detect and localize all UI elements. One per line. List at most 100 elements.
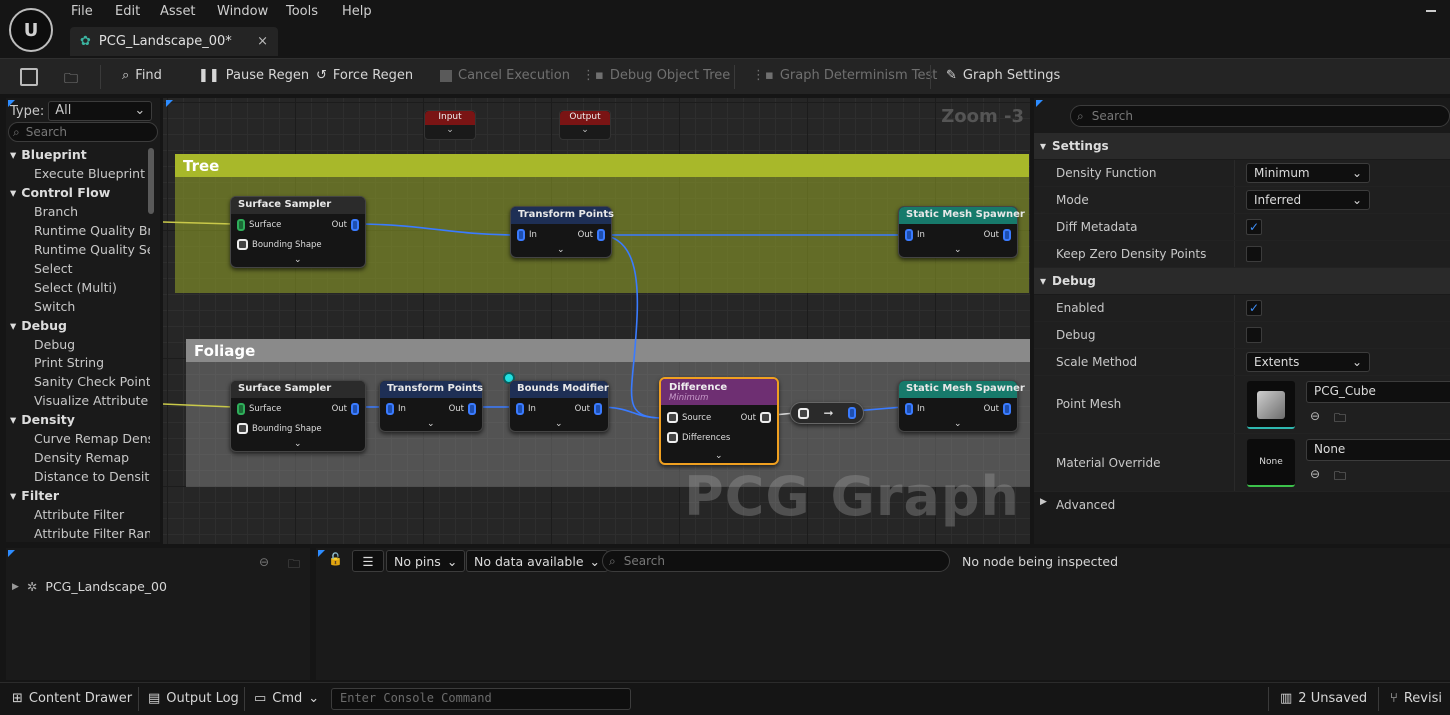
pin-bounding-shape[interactable]: Bounding Shape: [237, 239, 322, 250]
tab-pcg-landscape[interactable]: ✿ PCG_Landscape_00* ×: [70, 27, 278, 56]
chevron-down-icon[interactable]: ⌄: [954, 245, 962, 255]
diff-metadata-checkbox[interactable]: ✓: [1246, 219, 1262, 235]
debug-checkbox[interactable]: [1246, 327, 1262, 343]
chevron-down-icon[interactable]: ⌄: [294, 255, 302, 265]
point-mesh-thumbnail[interactable]: [1247, 381, 1295, 429]
pin-out[interactable]: Out: [741, 412, 771, 423]
pin-in[interactable]: In: [905, 403, 925, 415]
pin-out[interactable]: Out: [575, 403, 602, 415]
data-dropdown[interactable]: No data available ⌄: [466, 550, 609, 572]
chevron-down-icon[interactable]: ⌄: [427, 419, 435, 429]
keep-zero-density-checkbox[interactable]: [1246, 246, 1262, 262]
menu-window[interactable]: Window: [217, 4, 268, 19]
node-bounds-modifier[interactable]: Bounds Modifier In Out ⌄: [509, 380, 609, 432]
browse-asset-icon[interactable]: 🗀: [1334, 467, 1346, 488]
palette-item[interactable]: Attribute Filter Rang: [34, 526, 150, 541]
palette-item[interactable]: Branch: [34, 204, 150, 219]
minimize-icon[interactable]: [1426, 10, 1436, 12]
palette-search-input[interactable]: ⌕ Search: [8, 122, 158, 142]
browse-icon[interactable]: 🗀: [288, 555, 300, 576]
palette-scrollbar[interactable]: [148, 148, 154, 214]
palette-category[interactable]: ▾ Filter: [10, 488, 59, 503]
palette-item[interactable]: Select: [34, 261, 150, 276]
menu-edit[interactable]: Edit: [115, 4, 140, 19]
pin-out[interactable]: Out: [449, 403, 476, 415]
use-selected-icon[interactable]: ⊖: [1310, 467, 1320, 481]
chevron-down-icon[interactable]: ⌄: [954, 419, 962, 429]
find-button[interactable]: ⌕ Find: [122, 68, 162, 83]
force-regen-button[interactable]: ↺ Force Regen: [316, 68, 413, 83]
palette-item[interactable]: Distance to Density: [34, 469, 150, 484]
palette-item[interactable]: Attribute Filter: [34, 507, 150, 522]
pin-surface[interactable]: Surface: [237, 403, 281, 415]
point-mesh-picker[interactable]: PCG_Cube: [1306, 381, 1450, 403]
filter-button[interactable]: ☰: [352, 550, 384, 572]
pin-out[interactable]: Out: [984, 229, 1011, 241]
menu-tools[interactable]: Tools: [286, 4, 318, 19]
debug-object-tree-button[interactable]: ⋮▪ Debug Object Tree: [582, 68, 730, 83]
palette-item[interactable]: Sanity Check Point: [34, 374, 150, 389]
chevron-down-icon[interactable]: ⌄: [555, 419, 563, 429]
palette-category[interactable]: ▾ Blueprint: [10, 147, 87, 162]
palette-item[interactable]: Runtime Quality Bra: [34, 223, 150, 238]
focus-icon[interactable]: ⊖: [259, 555, 269, 569]
pin-out[interactable]: Out: [332, 219, 359, 231]
section-settings[interactable]: ▾ Settings: [1034, 133, 1450, 159]
pin-source[interactable]: Source: [667, 412, 711, 423]
palette-item[interactable]: Runtime Quality Sel: [34, 242, 150, 257]
unreal-logo-icon[interactable]: U: [9, 8, 53, 52]
tree-item-pcg-landscape[interactable]: ▶ ✲ PCG_Landscape_00: [12, 579, 167, 594]
palette-item[interactable]: Print String: [34, 355, 150, 370]
pin-differences[interactable]: Differences: [667, 432, 730, 443]
details-search-input[interactable]: ⌕ Search: [1070, 105, 1450, 127]
palette-item[interactable]: Switch: [34, 299, 150, 314]
use-selected-icon[interactable]: ⊖: [1310, 409, 1320, 423]
pin-out[interactable]: [847, 407, 856, 419]
chevron-down-icon[interactable]: ⌄: [715, 451, 723, 461]
mode-dropdown[interactable]: Inferred ⌄: [1246, 190, 1370, 210]
pin-out[interactable]: Out: [578, 229, 605, 241]
material-thumbnail[interactable]: None: [1247, 439, 1295, 487]
graph-canvas[interactable]: Zoom -3 Input ⌄ Output ⌄ Tree Foliage Surf…: [163, 98, 1030, 544]
row-advanced[interactable]: ▶ Advanced: [1034, 492, 1450, 518]
palette-item[interactable]: Density Remap: [34, 450, 150, 465]
palette-category[interactable]: ▾ Control Flow: [10, 185, 110, 200]
console-input[interactable]: Enter Console Command: [331, 688, 631, 710]
pin-in[interactable]: In: [517, 229, 537, 241]
type-dropdown[interactable]: All ⌄: [48, 101, 153, 121]
pin-out[interactable]: Out: [984, 403, 1011, 415]
palette-item[interactable]: Select (Multi): [34, 280, 150, 295]
pin-in[interactable]: In: [516, 403, 536, 415]
menu-file[interactable]: File: [71, 4, 93, 19]
unsaved-button[interactable]: ▥ 2 Unsaved: [1280, 691, 1367, 706]
chevron-down-icon[interactable]: ⌄: [557, 245, 565, 255]
density-function-dropdown[interactable]: Minimum ⌄: [1246, 163, 1370, 183]
pin-in[interactable]: In: [905, 229, 925, 241]
node-transform-points-foliage[interactable]: Transform Points In Out ⌄: [379, 380, 483, 432]
pins-dropdown[interactable]: No pins ⌄: [386, 550, 466, 572]
browse-icon[interactable]: 🗀: [64, 68, 84, 87]
node-static-mesh-spawner-tree[interactable]: Static Mesh Spawner In Out ⌄: [898, 206, 1025, 258]
tab-close-icon[interactable]: ×: [257, 34, 268, 49]
node-convert[interactable]: ➞: [790, 402, 864, 424]
palette-item[interactable]: Visualize Attribute: [34, 393, 150, 408]
content-drawer-button[interactable]: ⊞ Content Drawer: [12, 691, 132, 706]
palette-category[interactable]: ▾ Debug: [10, 318, 67, 333]
graph-determinism-button[interactable]: ⋮▪ Graph Determinism Test: [752, 68, 937, 83]
pin-out[interactable]: Out: [332, 403, 359, 415]
browse-asset-icon[interactable]: 🗀: [1334, 409, 1346, 430]
pin-in[interactable]: In: [386, 403, 406, 415]
cmd-dropdown[interactable]: ▭ Cmd ⌄: [254, 691, 319, 706]
node-difference[interactable]: Difference Minimum Source Differences Ou…: [659, 377, 779, 465]
graph-settings-button[interactable]: ✎ Graph Settings: [946, 68, 1060, 83]
section-debug[interactable]: ▾ Debug: [1034, 268, 1450, 294]
pin-bounding-shape[interactable]: Bounding Shape: [237, 423, 322, 434]
palette-item[interactable]: Debug: [34, 337, 150, 352]
output-log-button[interactable]: ▤ Output Log: [148, 691, 239, 706]
scale-method-dropdown[interactable]: Extents ⌄: [1246, 352, 1370, 372]
revision-control-button[interactable]: ⑂ Revisi: [1390, 691, 1442, 706]
lock-icon[interactable]: 🔓: [328, 552, 343, 566]
node-transform-points-tree[interactable]: Transform Points In Out ⌄: [510, 206, 614, 258]
pin-surface[interactable]: Surface: [237, 219, 281, 231]
palette-item[interactable]: Curve Remap Dens: [34, 431, 150, 446]
